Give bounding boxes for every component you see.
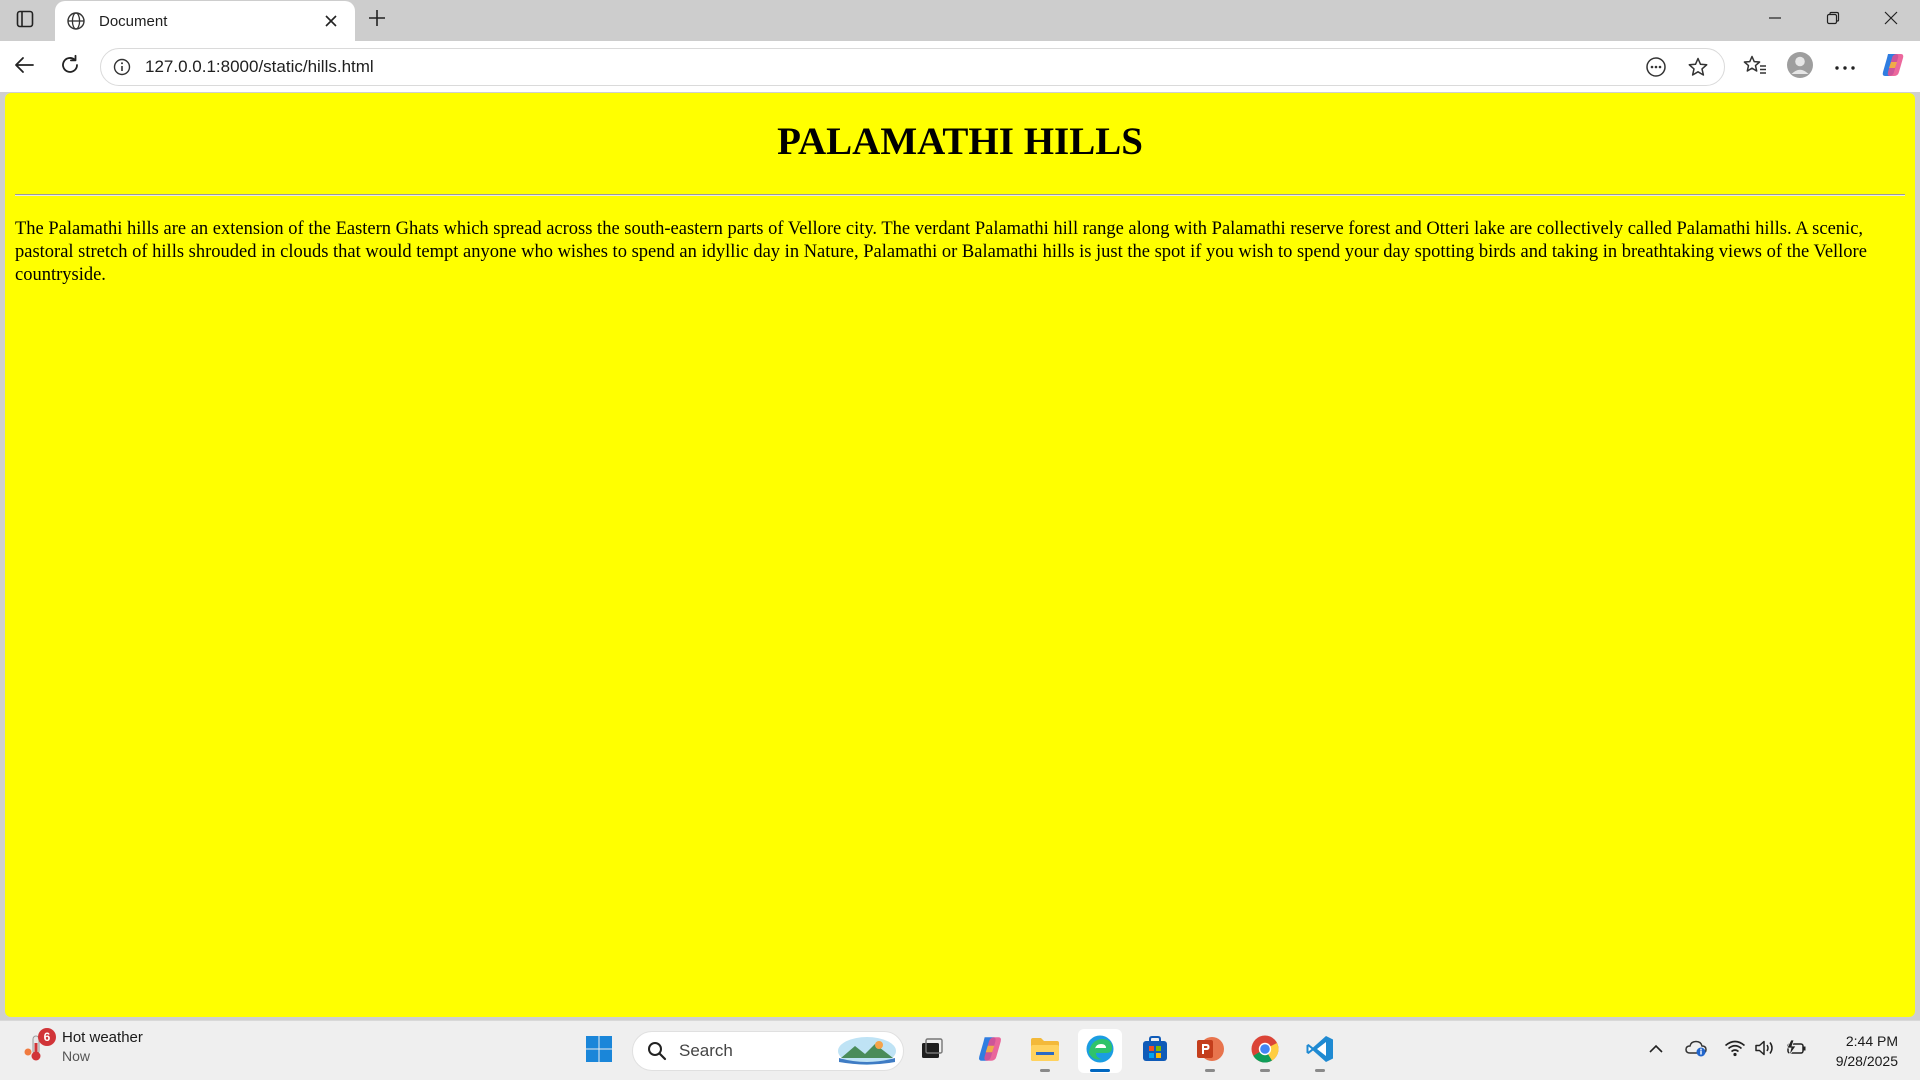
weather-subtitle: Now (62, 1048, 91, 1064)
close-icon (1884, 11, 1898, 30)
copilot-button[interactable] (1877, 51, 1909, 83)
copilot-icon (1879, 51, 1907, 84)
running-indicator (1315, 1069, 1325, 1072)
refresh-button[interactable] (54, 51, 86, 83)
powerpoint-icon (1195, 1034, 1225, 1069)
favorites-button[interactable] (1739, 51, 1771, 83)
restore-button[interactable] (1804, 0, 1862, 41)
back-arrow-icon (13, 54, 35, 81)
clock-date: 9/28/2025 (1835, 1053, 1898, 1069)
task-view-button[interactable] (910, 1029, 954, 1073)
minimize-button[interactable] (1746, 0, 1804, 41)
wifi-icon (1724, 1039, 1746, 1062)
new-tab-button[interactable] (362, 5, 392, 35)
running-indicator (1205, 1069, 1215, 1072)
close-window-button[interactable] (1862, 0, 1920, 41)
chevron-up-icon (1648, 1041, 1664, 1059)
running-indicator (1260, 1069, 1270, 1072)
tab-strip: Document (0, 0, 1920, 41)
show-hidden-icons-button[interactable] (1641, 1035, 1671, 1065)
page-paragraph: The Palamathi hills are an extension of … (15, 219, 1867, 285)
system-clock[interactable]: 2:44 PM 9/28/2025 (1836, 1031, 1898, 1071)
horizontal-rule (15, 194, 1905, 196)
page-viewport: PALAMATHI HILLS The Palamathi hills are … (5, 93, 1915, 1017)
restore-icon (1826, 11, 1840, 30)
store-icon (1141, 1035, 1169, 1068)
taskbar-search[interactable]: Search (632, 1031, 904, 1071)
search-icon (645, 1039, 669, 1063)
taskbar-copilot[interactable] (968, 1029, 1012, 1073)
folder-icon (1030, 1035, 1060, 1068)
weather-badge: 6 (38, 1027, 56, 1046)
active-indicator (1090, 1069, 1110, 1072)
edge-icon (1085, 1034, 1115, 1069)
speaker-icon (1754, 1039, 1776, 1062)
star-icon[interactable] (1682, 51, 1714, 83)
address-url[interactable]: 127.0.0.1:8000/static/hills.html (145, 57, 1640, 77)
reading-icon[interactable] (1640, 51, 1672, 83)
taskbar-chrome[interactable] (1243, 1029, 1287, 1073)
start-button[interactable] (577, 1029, 621, 1073)
globe-icon (65, 10, 87, 32)
cloud-icon (1684, 1038, 1708, 1063)
volume-tray[interactable] (1750, 1035, 1780, 1065)
windows-logo-icon (585, 1035, 613, 1068)
tab-actions-button[interactable] (8, 6, 42, 36)
browser-toolbar: 127.0.0.1:8000/static/hills.html (0, 41, 1920, 92)
profile-icon (1786, 51, 1814, 84)
weather-widget[interactable]: 6 Hot weather Now (22, 1027, 143, 1064)
taskbar-powerpoint[interactable] (1188, 1029, 1232, 1073)
taskbar-store[interactable] (1133, 1029, 1177, 1073)
search-highlight-icon (837, 1036, 897, 1066)
clock-time: 2:44 PM (1845, 1033, 1898, 1049)
plus-icon (368, 9, 386, 32)
network-tray[interactable] (1720, 1035, 1750, 1065)
vscode-icon (1305, 1034, 1335, 1069)
battery-tray[interactable] (1780, 1035, 1810, 1065)
address-bar[interactable]: 127.0.0.1:8000/static/hills.html (100, 48, 1725, 86)
taskbar: 6 Hot weather Now Search 2:44 PM 9/28/20… (0, 1020, 1920, 1080)
more-button[interactable] (1829, 51, 1861, 83)
tab-close-icon[interactable] (319, 9, 343, 33)
taskbar-edge[interactable] (1078, 1029, 1122, 1073)
browser-tab[interactable]: Document (55, 1, 355, 41)
more-icon (1834, 58, 1856, 76)
profile-button[interactable] (1784, 51, 1816, 83)
window-controls (1746, 0, 1920, 41)
task-view-icon (919, 1036, 945, 1067)
search-label: Search (679, 1041, 733, 1060)
taskbar-file-explorer[interactable] (1023, 1029, 1067, 1073)
favorites-icon (1743, 54, 1767, 81)
chrome-icon (1250, 1034, 1280, 1069)
refresh-icon (59, 54, 81, 81)
tab-title: Document (99, 12, 168, 30)
weather-title: Hot weather (62, 1029, 143, 1046)
tab-actions-icon (16, 10, 34, 33)
page-heading: PALAMATHI HILLS (777, 120, 1143, 163)
onedrive-tray[interactable] (1681, 1035, 1711, 1065)
minimize-icon (1768, 11, 1782, 30)
thermometer-icon: 6 (22, 1027, 56, 1064)
taskbar-vscode[interactable] (1298, 1029, 1342, 1073)
info-icon[interactable] (111, 56, 133, 78)
copilot-icon (975, 1034, 1005, 1069)
running-indicator (1040, 1069, 1050, 1072)
back-button[interactable] (8, 51, 40, 83)
battery-charging-icon (1783, 1039, 1807, 1062)
